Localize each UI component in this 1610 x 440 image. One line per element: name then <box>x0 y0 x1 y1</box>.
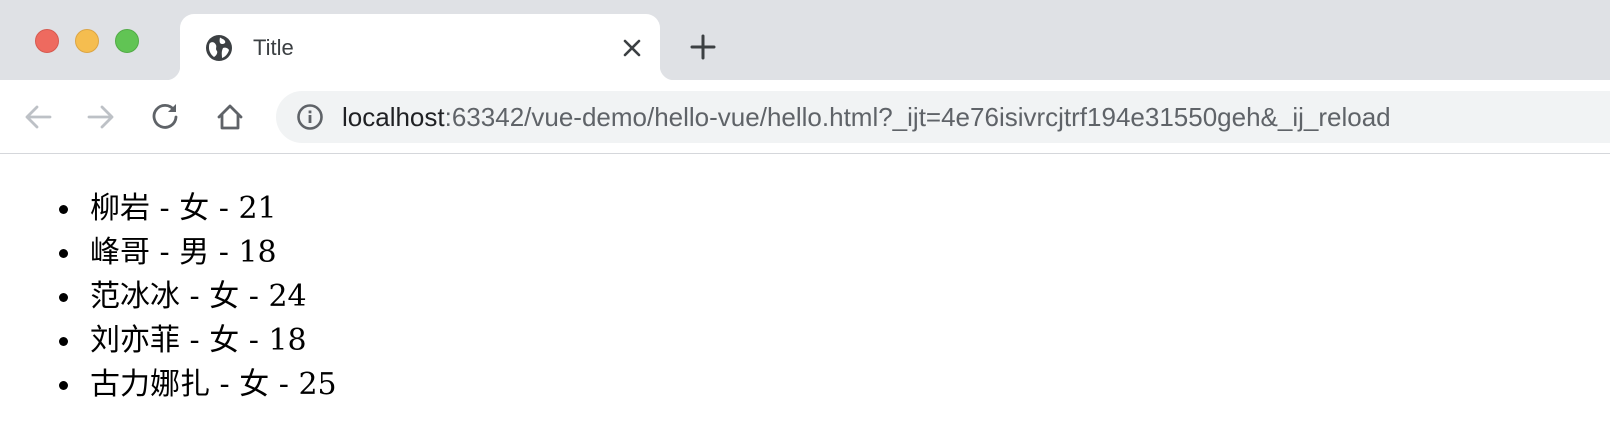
url-path: :63342/vue-demo/hello-vue/hello.html?_ij… <box>444 102 1391 132</box>
info-icon[interactable] <box>296 103 324 131</box>
list-item: 柳岩 - 女 - 21 <box>59 187 337 231</box>
globe-icon <box>205 34 233 62</box>
separator: - <box>150 235 180 270</box>
person-gender: 女 <box>209 323 240 358</box>
person-name: 范冰冰 <box>90 279 180 314</box>
new-tab-button[interactable] <box>688 32 718 62</box>
separator: - <box>210 367 240 402</box>
arrow-left-icon <box>25 105 52 129</box>
separator: - <box>209 235 239 270</box>
separator: - <box>180 279 210 314</box>
forward-button[interactable] <box>84 100 118 134</box>
person-name: 峰哥 <box>90 235 150 270</box>
reload-button[interactable] <box>148 100 182 134</box>
separator: - <box>239 279 269 314</box>
person-gender: 女 <box>239 367 270 402</box>
person-name: 刘亦菲 <box>90 323 180 358</box>
tab-title: Title <box>253 35 294 60</box>
person-age: 21 <box>238 191 277 226</box>
list-item: 峰哥 - 男 - 18 <box>59 231 337 275</box>
person-name: 古力娜扎 <box>90 367 210 402</box>
person-gender: 女 <box>179 191 210 226</box>
home-icon <box>217 104 243 130</box>
list-item: 刘亦菲 - 女 - 18 <box>59 319 337 363</box>
person-gender: 女 <box>209 279 240 314</box>
list-item: 古力娜扎 - 女 - 25 <box>59 363 337 407</box>
separator: - <box>269 367 299 402</box>
back-button[interactable] <box>21 100 55 134</box>
person-name: 柳岩 <box>90 191 150 226</box>
close-icon[interactable] <box>618 34 646 62</box>
list-item: 范冰冰 - 女 - 24 <box>59 275 337 319</box>
tab-active[interactable]: Title <box>166 14 674 80</box>
page-content: 柳岩 - 女 - 21 峰哥 - 男 - 18 范冰冰 - 女 - 24 刘亦菲… <box>0 154 1610 440</box>
person-age: 18 <box>268 323 307 358</box>
person-age: 24 <box>268 279 307 314</box>
browser-window: Title localhost:63342/vue-demo/hello-vue… <box>0 0 1610 440</box>
separator: - <box>150 191 180 226</box>
window-maximize-button[interactable] <box>115 29 139 53</box>
people-list: 柳岩 - 女 - 21 峰哥 - 男 - 18 范冰冰 - 女 - 24 刘亦菲… <box>59 187 337 407</box>
tab-strip: Title <box>0 0 1610 80</box>
person-age: 18 <box>238 235 277 270</box>
url-host: localhost <box>342 102 445 132</box>
home-button[interactable] <box>213 100 247 134</box>
window-minimize-button[interactable] <box>75 29 99 53</box>
reload-icon <box>152 103 178 129</box>
toolbar: localhost:63342/vue-demo/hello-vue/hello… <box>0 80 1610 154</box>
address-bar[interactable]: localhost:63342/vue-demo/hello-vue/hello… <box>276 91 1610 143</box>
separator: - <box>239 323 269 358</box>
window-close-button[interactable] <box>35 29 59 53</box>
arrow-right-icon <box>87 105 114 129</box>
url-text[interactable]: localhost:63342/vue-demo/hello-vue/hello… <box>342 91 1391 143</box>
person-gender: 男 <box>179 235 210 270</box>
separator: - <box>180 323 210 358</box>
person-age: 25 <box>298 367 337 402</box>
plus-icon <box>690 34 716 60</box>
separator: - <box>209 191 239 226</box>
